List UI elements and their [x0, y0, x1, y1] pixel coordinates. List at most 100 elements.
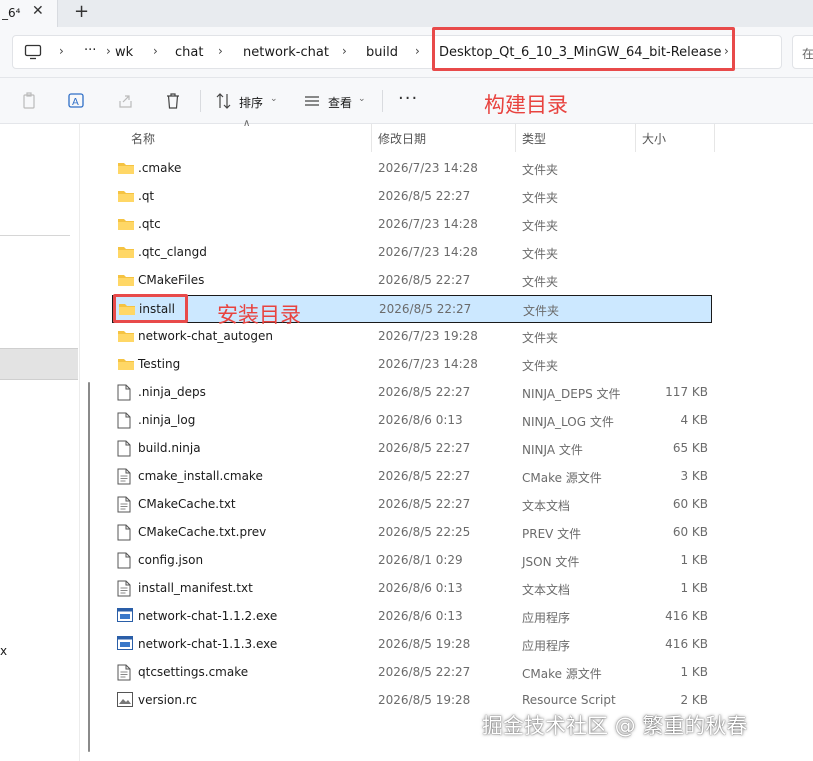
computer-icon[interactable]	[24, 44, 42, 60]
file-row[interactable]: config.json 2026/8/1 0:29 JSON 文件 1 KB	[112, 547, 712, 575]
folder-icon	[117, 244, 135, 263]
file-row[interactable]: build.ninja 2026/8/5 22:27 NINJA 文件 65 KB	[112, 435, 712, 463]
file-date: 2026/8/5 22:27	[378, 441, 471, 455]
file-type: 文件夹	[522, 163, 559, 177]
file-date: 2026/8/5 22:27	[378, 385, 471, 399]
column-divider[interactable]	[371, 124, 372, 152]
file-row[interactable]: .qtc 2026/7/23 14:28 文件夹	[112, 211, 712, 239]
file-size: 416 KB	[665, 637, 708, 651]
file-row[interactable]: .cmake 2026/7/23 14:28 文件夹	[112, 155, 712, 183]
file-type: NINJA_DEPS 文件	[522, 387, 621, 401]
file-date: 2026/7/23 19:28	[378, 329, 478, 343]
tab-current[interactable]: _6⁴ ✕	[0, 0, 58, 27]
column-header-name[interactable]: 名称	[131, 130, 155, 147]
svg-text:A: A	[72, 97, 79, 108]
navigation-pane	[0, 124, 80, 761]
file-type: NINJA_LOG 文件	[522, 415, 614, 429]
file-date: 2026/7/23 14:28	[378, 161, 478, 175]
delete-icon[interactable]	[165, 92, 181, 110]
file-date: 2026/8/5 22:27	[378, 189, 471, 203]
chevron-right-icon: ›	[342, 44, 347, 58]
nav-partial-label: x	[0, 644, 8, 658]
column-divider[interactable]	[714, 124, 715, 152]
file-size: 65 KB	[672, 441, 708, 455]
file-name: network-chat-1.1.3.exe	[138, 637, 278, 651]
file-type: 应用程序	[522, 611, 571, 625]
nav-scrollbar[interactable]	[88, 382, 90, 752]
text-file-icon	[117, 468, 131, 488]
file-size: 1 KB	[680, 581, 708, 595]
more-options-button[interactable]: ···	[398, 88, 418, 109]
toolbar-divider	[382, 90, 383, 112]
exe-icon	[117, 636, 133, 653]
file-type: 文本文档	[522, 499, 571, 513]
annotation-box-build	[432, 27, 735, 71]
file-row[interactable]: qtcsettings.cmake 2026/8/5 22:27 CMake 源文件…	[112, 659, 712, 687]
file-name: .qt	[138, 189, 155, 203]
file-date: 2026/8/5 22:27	[378, 273, 471, 287]
file-name: network-chat-1.1.2.exe	[138, 609, 278, 623]
file-type: PREV 文件	[522, 527, 582, 541]
breadcrumb-more[interactable]: ···	[84, 43, 96, 58]
tab-title: _6⁴	[2, 6, 21, 20]
file-row[interactable]: network-chat-1.1.3.exe 2026/8/5 19:28 应用程序…	[112, 631, 712, 659]
breadcrumb-wk[interactable]: wk	[115, 45, 133, 60]
column-divider[interactable]	[515, 124, 516, 152]
file-date: 2026/8/6 0:13	[378, 581, 463, 595]
file-row[interactable]: CMakeCache.txt 2026/8/5 22:27 文本文档 60 KB	[112, 491, 712, 519]
image-file-icon	[117, 692, 133, 710]
file-row[interactable]: .qtc_clangd 2026/7/23 14:28 文件夹	[112, 239, 712, 267]
file-name: version.rc	[138, 693, 198, 707]
annotation-build-dir: 构建目录	[484, 93, 568, 117]
column-divider[interactable]	[635, 124, 636, 152]
file-row[interactable]: Testing 2026/7/23 14:28 文件夹	[112, 351, 712, 379]
rename-icon[interactable]: A	[68, 92, 86, 110]
share-icon[interactable]	[117, 92, 135, 110]
file-icon	[117, 524, 131, 544]
file-row[interactable]: install_manifest.txt 2026/8/6 0:13 文本文档 1 K…	[112, 575, 712, 603]
column-header-type[interactable]: 类型	[522, 130, 546, 147]
breadcrumb-network-chat[interactable]: network-chat	[243, 45, 329, 60]
exe-icon	[117, 608, 133, 625]
file-date: 2026/8/5 19:28	[378, 637, 471, 651]
file-icon	[117, 440, 131, 460]
folder-icon	[117, 328, 135, 347]
watermark: 掘金技术社区 @ 繁重的秋春	[482, 714, 748, 738]
column-header-size[interactable]: 大小	[642, 130, 666, 147]
file-row[interactable]: network-chat_autogen 2026/7/23 19:28 文件夹	[112, 323, 712, 351]
toolbar-divider	[200, 90, 201, 112]
chevron-right-icon: ›	[415, 44, 420, 58]
file-name: .qtc_clangd	[138, 245, 207, 259]
folder-icon	[117, 160, 135, 179]
close-icon[interactable]: ✕	[32, 3, 44, 19]
file-row[interactable]: cmake_install.cmake 2026/8/5 22:27 CMake 源…	[112, 463, 712, 491]
file-row[interactable]: install 2026/8/5 22:27 文件夹	[112, 295, 712, 323]
new-tab-button[interactable]: +	[74, 2, 89, 22]
folder-icon	[117, 356, 135, 375]
file-row[interactable]: network-chat-1.1.2.exe 2026/8/6 0:13 应用程序 4…	[112, 603, 712, 631]
breadcrumb-build[interactable]: build	[366, 45, 398, 60]
file-type: JSON 文件	[522, 555, 580, 569]
file-row[interactable]: CMakeCache.txt.prev 2026/8/5 22:25 PREV 文件…	[112, 519, 712, 547]
file-date: 2026/7/23 14:28	[378, 217, 478, 231]
chevron-down-icon: ⌄	[270, 94, 278, 104]
file-size: 3 KB	[680, 469, 708, 483]
view-button[interactable]: 查看	[328, 94, 352, 111]
sort-icon[interactable]	[215, 92, 233, 110]
view-icon[interactable]	[303, 92, 321, 110]
file-size: 4 KB	[680, 413, 708, 427]
file-row[interactable]: .qt 2026/8/5 22:27 文件夹	[112, 183, 712, 211]
copy-icon[interactable]	[21, 92, 37, 110]
file-size: 117 KB	[665, 385, 708, 399]
file-row[interactable]: .ninja_deps 2026/8/5 22:27 NINJA_DEPS 文件 11…	[112, 379, 712, 407]
folder-icon	[117, 188, 135, 207]
nav-selected-item[interactable]	[0, 348, 78, 380]
file-row[interactable]: .ninja_log 2026/8/6 0:13 NINJA_LOG 文件 4 KB	[112, 407, 712, 435]
nav-divider	[0, 235, 70, 236]
breadcrumb-chat[interactable]: chat	[175, 45, 203, 60]
file-row[interactable]: CMakeFiles 2026/8/5 22:27 文件夹	[112, 267, 712, 295]
column-header-date[interactable]: 修改日期	[378, 130, 426, 147]
file-icon	[117, 552, 131, 572]
sort-button[interactable]: 排序	[239, 94, 263, 111]
folder-icon	[117, 272, 135, 291]
